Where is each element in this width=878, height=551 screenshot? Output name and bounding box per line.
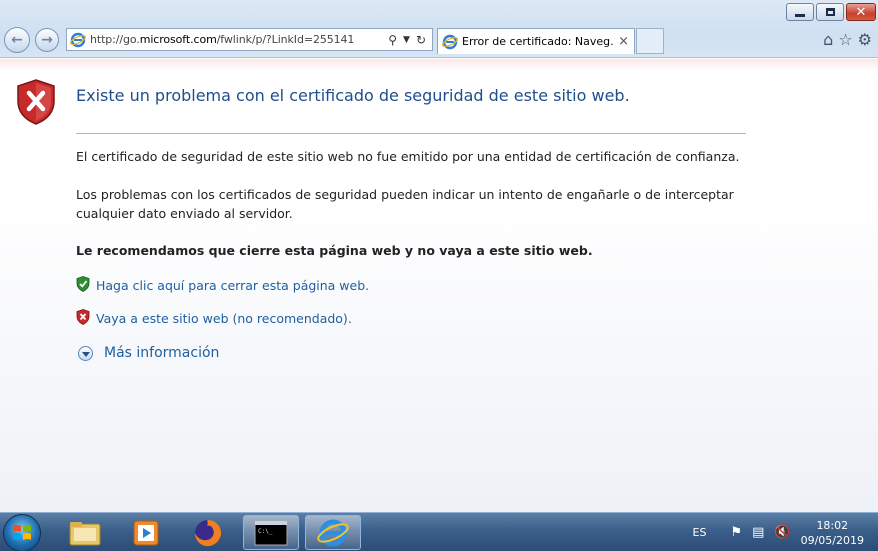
language-indicator[interactable]: ES	[693, 526, 707, 539]
svg-text:C:\_: C:\_	[258, 528, 273, 535]
firefox-icon[interactable]	[180, 515, 236, 550]
close-page-link[interactable]: Haga clic aquí para cerrar esta página w…	[76, 276, 369, 295]
green-shield-icon	[76, 276, 90, 295]
ie-tab-icon	[442, 34, 458, 50]
search-icon[interactable]: ⚲	[388, 33, 397, 47]
dropdown-arrow-icon[interactable]: ▼	[403, 35, 410, 45]
more-info-label[interactable]: Más información	[104, 345, 219, 361]
home-icon[interactable]: ⌂	[823, 30, 833, 49]
action-center-flag-icon[interactable]: ⚑	[730, 525, 742, 540]
start-button[interactable]	[3, 514, 41, 551]
clock-date: 09/05/2019	[800, 533, 864, 547]
back-button[interactable]: ←	[4, 27, 30, 53]
chevron-down-icon[interactable]	[78, 345, 93, 361]
clock[interactable]: 18:02 09/05/2019	[801, 518, 864, 548]
close-icon: ✕	[855, 4, 867, 20]
settings-gear-icon[interactable]: ⚙	[858, 30, 872, 49]
file-explorer-icon[interactable]	[57, 515, 113, 550]
address-bar[interactable]: http://go.microsoft.com/fwlink/p/?LinkId…	[66, 28, 433, 51]
continue-to-site-link[interactable]: Vaya a este sitio web (no recomendado).	[76, 309, 352, 328]
system-tray: ES ⚑ ▤ 🔇 18:02 09/05/2019	[693, 513, 878, 551]
tab-title: Error de certificado: Naveg...	[462, 35, 614, 48]
restore-icon	[817, 4, 843, 20]
refresh-icon[interactable]: ↻	[416, 33, 426, 47]
clock-time: 18:02	[816, 518, 849, 532]
recommendation-text: Le recomendamos que cierre esta página w…	[76, 243, 593, 258]
window-controls: ✕	[784, 3, 876, 21]
certificate-issue-text: El certificado de seguridad de este siti…	[76, 149, 740, 164]
back-arrow-icon: ←	[11, 32, 23, 48]
more-info-toggle[interactable]: Más información	[78, 345, 219, 361]
forward-button[interactable]: →	[35, 28, 59, 52]
tab-certificate-error[interactable]: Error de certificado: Naveg... ×	[437, 28, 635, 54]
red-shield-icon	[76, 309, 90, 328]
windows-logo-icon	[13, 525, 31, 540]
network-icon[interactable]: ▤	[752, 525, 764, 540]
error-shield-icon	[16, 79, 56, 129]
security-warning-text: Los problemas con los certificados de se…	[76, 187, 734, 221]
close-page-link-text[interactable]: Haga clic aquí para cerrar esta página w…	[96, 278, 369, 293]
new-tab-button[interactable]	[636, 28, 664, 54]
browser-toolbar: ✕ ← → http://go.microsoft.com/fwlink/p/?…	[0, 0, 878, 58]
command-prompt-icon[interactable]: C:\_	[243, 515, 299, 550]
favorites-star-icon[interactable]: ☆	[838, 30, 852, 49]
restore-button[interactable]	[816, 3, 844, 21]
continue-link-text[interactable]: Vaya a este sitio web (no recomendado).	[96, 311, 352, 326]
page-title: Existe un problema con el certificado de…	[76, 86, 630, 105]
tab-close-icon[interactable]: ×	[613, 34, 634, 49]
url-text[interactable]: http://go.microsoft.com/fwlink/p/?LinkId…	[90, 33, 388, 46]
internet-explorer-icon[interactable]	[305, 515, 361, 550]
minimize-icon	[787, 4, 813, 20]
page-content: Existe un problema con el certificado de…	[0, 59, 878, 512]
volume-muted-icon[interactable]: 🔇	[774, 525, 790, 540]
media-player-icon[interactable]	[118, 515, 174, 550]
taskbar: C:\_ ES ⚑ ▤ 🔇 18:02 09/05/2019	[0, 512, 878, 551]
minimize-button[interactable]	[786, 3, 814, 21]
divider	[76, 133, 746, 134]
ie-page-icon	[70, 32, 86, 48]
forward-arrow-icon: →	[41, 32, 53, 48]
close-window-button[interactable]: ✕	[846, 3, 876, 21]
